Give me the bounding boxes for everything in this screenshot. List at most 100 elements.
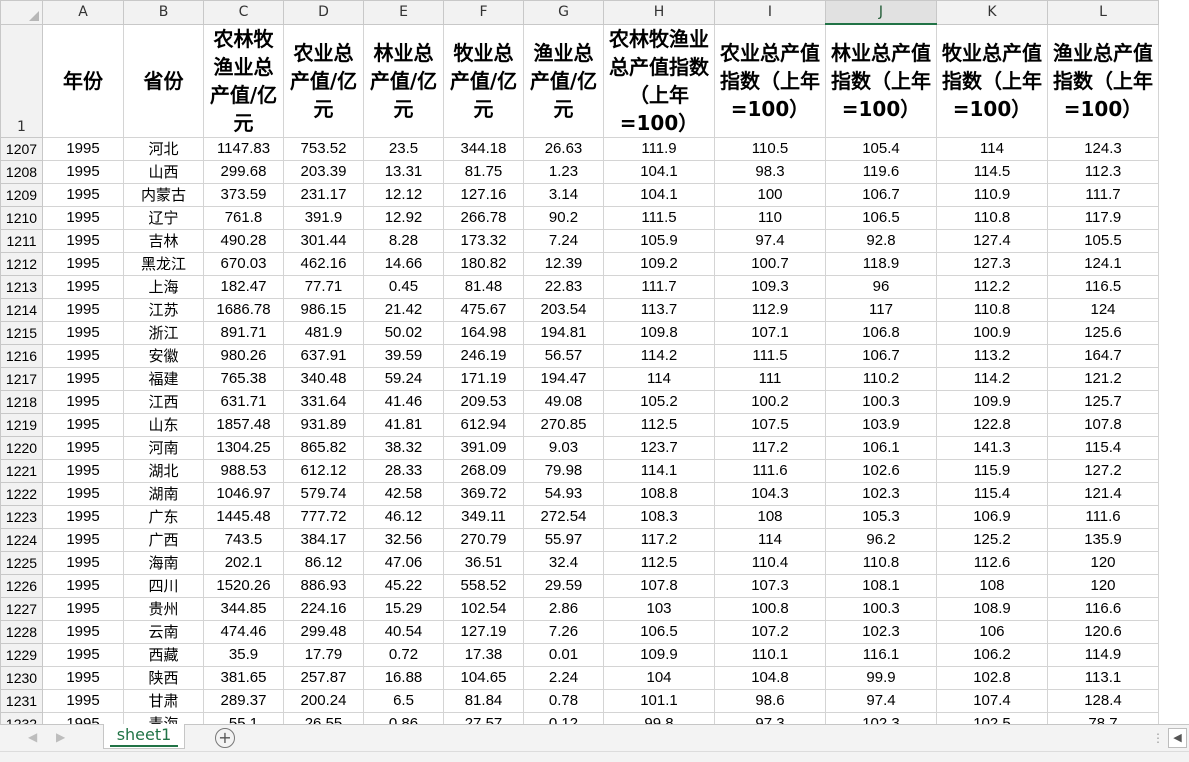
- column-header-g[interactable]: G: [523, 0, 604, 25]
- data-cell[interactable]: 114.5: [936, 159, 1048, 184]
- data-cell[interactable]: 1995: [42, 366, 124, 391]
- data-cell[interactable]: 631.71: [203, 389, 284, 414]
- data-cell[interactable]: 106.9: [936, 504, 1048, 529]
- data-cell[interactable]: 100.3: [825, 389, 937, 414]
- data-cell[interactable]: 山西: [123, 159, 204, 184]
- data-cell[interactable]: 107.1: [714, 320, 826, 345]
- data-cell[interactable]: 106: [936, 619, 1048, 644]
- data-cell[interactable]: 97.4: [714, 228, 826, 253]
- data-cell[interactable]: 980.26: [203, 343, 284, 368]
- data-cell[interactable]: 369.72: [443, 481, 524, 506]
- data-cell[interactable]: 182.47: [203, 274, 284, 299]
- data-cell[interactable]: 105.3: [825, 504, 937, 529]
- data-cell[interactable]: 55.1: [203, 711, 284, 724]
- header-cell[interactable]: 农林牧渔业总产值指数（上年=100）: [603, 23, 715, 138]
- row-number[interactable]: 1227: [0, 596, 43, 621]
- row-number[interactable]: 1217: [0, 366, 43, 391]
- data-cell[interactable]: 105.5: [1047, 228, 1159, 253]
- data-cell[interactable]: 121.2: [1047, 366, 1159, 391]
- data-cell[interactable]: 110.4: [714, 550, 826, 575]
- data-cell[interactable]: 1995: [42, 136, 124, 161]
- column-header-l[interactable]: L: [1047, 0, 1159, 25]
- data-cell[interactable]: 670.03: [203, 251, 284, 276]
- data-cell[interactable]: 108: [714, 504, 826, 529]
- row-number[interactable]: 1221: [0, 458, 43, 483]
- data-cell[interactable]: 106.1: [825, 435, 937, 460]
- data-cell[interactable]: 42.58: [363, 481, 444, 506]
- column-header-h[interactable]: H: [603, 0, 715, 25]
- data-cell[interactable]: 59.24: [363, 366, 444, 391]
- data-cell[interactable]: 云南: [123, 619, 204, 644]
- data-cell[interactable]: 194.47: [523, 366, 604, 391]
- data-cell[interactable]: 青海: [123, 711, 204, 724]
- data-cell[interactable]: 112.5: [603, 550, 715, 575]
- data-cell[interactable]: 河南: [123, 435, 204, 460]
- data-cell[interactable]: 上海: [123, 274, 204, 299]
- data-cell[interactable]: 46.12: [363, 504, 444, 529]
- data-cell[interactable]: 102.3: [825, 481, 937, 506]
- data-cell[interactable]: 110.5: [714, 136, 826, 161]
- data-cell[interactable]: 344.18: [443, 136, 524, 161]
- data-cell[interactable]: 内蒙古: [123, 182, 204, 207]
- data-cell[interactable]: 1304.25: [203, 435, 284, 460]
- data-cell[interactable]: 112.3: [1047, 159, 1159, 184]
- data-cell[interactable]: 1520.26: [203, 573, 284, 598]
- data-cell[interactable]: 辽宁: [123, 205, 204, 230]
- data-cell[interactable]: 128.4: [1047, 688, 1159, 713]
- data-cell[interactable]: 115.4: [936, 481, 1048, 506]
- data-cell[interactable]: 203.39: [283, 159, 364, 184]
- data-cell[interactable]: 45.22: [363, 573, 444, 598]
- row-number[interactable]: 1229: [0, 642, 43, 667]
- data-cell[interactable]: 107.4: [936, 688, 1048, 713]
- data-cell[interactable]: 117: [825, 297, 937, 322]
- data-cell[interactable]: 111.5: [714, 343, 826, 368]
- data-cell[interactable]: 391.09: [443, 435, 524, 460]
- data-cell[interactable]: 121.4: [1047, 481, 1159, 506]
- data-cell[interactable]: 112.2: [936, 274, 1048, 299]
- data-cell[interactable]: 612.12: [283, 458, 364, 483]
- data-cell[interactable]: 102.54: [443, 596, 524, 621]
- data-cell[interactable]: 1995: [42, 205, 124, 230]
- data-cell[interactable]: 384.17: [283, 527, 364, 552]
- data-cell[interactable]: 102.8: [936, 665, 1048, 690]
- data-cell[interactable]: 0.12: [523, 711, 604, 724]
- header-cell[interactable]: 年份: [42, 23, 124, 138]
- data-cell[interactable]: 96: [825, 274, 937, 299]
- data-cell[interactable]: 1995: [42, 159, 124, 184]
- data-cell[interactable]: 79.98: [523, 458, 604, 483]
- data-cell[interactable]: 98.3: [714, 159, 826, 184]
- data-cell[interactable]: 164.7: [1047, 343, 1159, 368]
- data-cell[interactable]: 2.86: [523, 596, 604, 621]
- data-cell[interactable]: 100: [714, 182, 826, 207]
- data-cell[interactable]: 8.28: [363, 228, 444, 253]
- data-cell[interactable]: 127.16: [443, 182, 524, 207]
- data-cell[interactable]: 1046.97: [203, 481, 284, 506]
- data-cell[interactable]: 1995: [42, 458, 124, 483]
- data-cell[interactable]: 270.79: [443, 527, 524, 552]
- data-cell[interactable]: 637.91: [283, 343, 364, 368]
- data-cell[interactable]: 7.24: [523, 228, 604, 253]
- row-number[interactable]: 1222: [0, 481, 43, 506]
- data-cell[interactable]: 0.72: [363, 642, 444, 667]
- data-cell[interactable]: 92.8: [825, 228, 937, 253]
- data-cell[interactable]: 77.71: [283, 274, 364, 299]
- header-cell[interactable]: 渔业总产值/亿元: [523, 23, 604, 138]
- data-cell[interactable]: 1857.48: [203, 412, 284, 437]
- data-cell[interactable]: 108.9: [936, 596, 1048, 621]
- data-cell[interactable]: 110.8: [936, 205, 1048, 230]
- data-cell[interactable]: 490.28: [203, 228, 284, 253]
- row-number[interactable]: 1226: [0, 573, 43, 598]
- data-cell[interactable]: 1995: [42, 665, 124, 690]
- data-cell[interactable]: 1995: [42, 412, 124, 437]
- data-cell[interactable]: 109.8: [603, 320, 715, 345]
- data-cell[interactable]: 50.02: [363, 320, 444, 345]
- data-cell[interactable]: 107.5: [714, 412, 826, 437]
- data-cell[interactable]: 114: [603, 366, 715, 391]
- data-cell[interactable]: 23.5: [363, 136, 444, 161]
- data-cell[interactable]: 105.4: [825, 136, 937, 161]
- data-cell[interactable]: 612.94: [443, 412, 524, 437]
- data-cell[interactable]: 135.9: [1047, 527, 1159, 552]
- data-cell[interactable]: 109.2: [603, 251, 715, 276]
- data-cell[interactable]: 21.42: [363, 297, 444, 322]
- data-cell[interactable]: 黑龙江: [123, 251, 204, 276]
